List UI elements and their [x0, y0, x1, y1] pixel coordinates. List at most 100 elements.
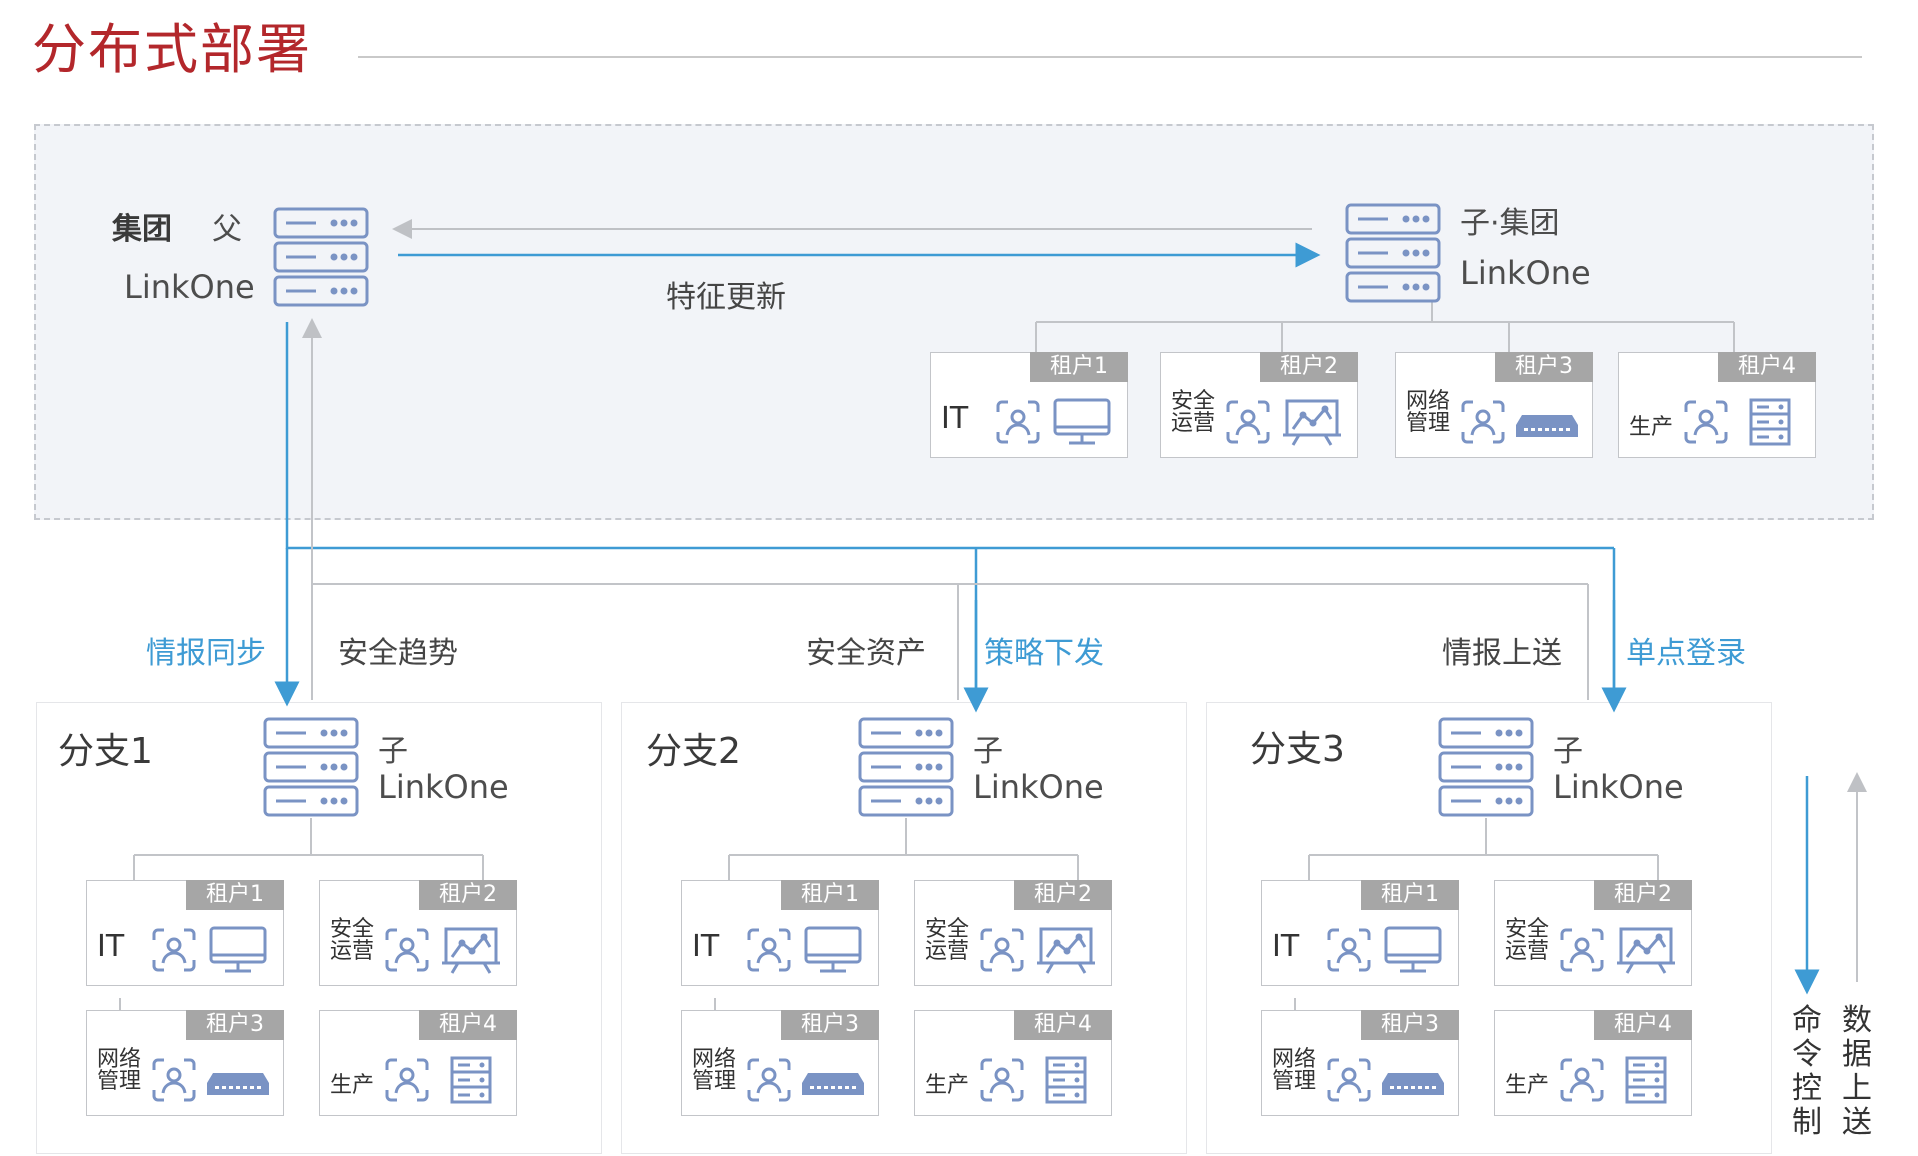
tenant-card-t3: 租户3 网络管理 — [1261, 1010, 1459, 1116]
flow-sso: 单点登录 — [1626, 636, 1746, 671]
tenant-card-t4: 租户4 生产 — [1494, 1010, 1692, 1116]
tenant-name: 安全运营 — [1505, 917, 1550, 964]
network-switch-icon — [1516, 415, 1578, 437]
branch-2-title: 分支2 — [646, 731, 741, 772]
presentation-board-icon — [1037, 927, 1095, 974]
legend-data-label: 数据上送 — [1842, 1003, 1872, 1140]
tenant-tag: 租户4 — [1014, 1010, 1112, 1040]
user-scan-icon — [980, 928, 1024, 972]
tenant-name: 网络管理 — [97, 1047, 142, 1094]
flow-intel-upload: 情报上送 — [1442, 636, 1562, 671]
tenant-card-t3: 租户3 网络管理 — [681, 1010, 879, 1116]
server-rack-icon — [1749, 398, 1791, 446]
group-product: LinkOne — [124, 268, 255, 306]
flow-feature-update: 特征更新 — [666, 280, 786, 315]
flow-security-trend: 安全趋势 — [338, 636, 458, 671]
tenant-tag: 租户1 — [1361, 880, 1459, 910]
user-scan-icon — [385, 928, 429, 972]
user-scan-icon — [1684, 400, 1728, 444]
network-switch-icon — [1382, 1073, 1444, 1095]
tenant-name: 生产 — [1505, 1073, 1550, 1098]
tenant-tag: 租户3 — [1495, 352, 1593, 382]
sub-group-product: LinkOne — [1460, 254, 1591, 292]
tenant-tag: 租户1 — [1030, 352, 1128, 382]
branch-2-role: 子 — [973, 734, 1003, 769]
server-rack-icon — [1045, 1056, 1087, 1104]
server-icon — [1438, 717, 1534, 817]
flow-security-assets: 安全资产 — [806, 636, 926, 671]
tenant-card-t1: 租户1 IT — [1261, 880, 1459, 986]
user-scan-icon — [385, 1058, 429, 1102]
user-scan-icon — [152, 1058, 196, 1102]
group-label: 集团 — [112, 212, 172, 247]
tenant-tag: 租户4 — [419, 1010, 517, 1040]
gray-data-bus — [311, 583, 1589, 700]
tenant-name: 网络管理 — [1406, 389, 1451, 436]
tenant-card-t4: 租户4 生产 — [914, 1010, 1112, 1116]
server-rack-icon — [450, 1056, 492, 1104]
presentation-board-icon — [442, 927, 500, 974]
flow-intel-sync: 情报同步 — [146, 636, 266, 671]
tenant-card-t2: 租户2 安全运营 — [1160, 352, 1358, 458]
tenant-name: 生产 — [925, 1073, 970, 1098]
user-scan-icon — [1226, 400, 1270, 444]
tenant-tag: 租户3 — [186, 1010, 284, 1040]
tenant-card-t2: 租户2 安全运营 — [914, 880, 1112, 986]
tenant-card-t1: 租户1 IT — [930, 352, 1128, 458]
tenant-name: 生产 — [330, 1073, 375, 1098]
group-role: 父 — [212, 212, 242, 247]
presentation-board-icon — [1617, 927, 1675, 974]
tenant-tag: 租户1 — [781, 880, 879, 910]
user-scan-icon — [152, 928, 196, 972]
tenant-tag: 租户2 — [419, 880, 517, 910]
tenant-name: 安全运营 — [1171, 389, 1216, 436]
tenant-card-t1: 租户1 IT — [86, 880, 284, 986]
tenant-name: IT — [97, 929, 125, 964]
user-scan-icon — [747, 928, 791, 972]
monitor-icon — [804, 926, 862, 973]
user-scan-icon — [1327, 1058, 1371, 1102]
tenant-name: IT — [941, 401, 969, 436]
tenant-name: IT — [1272, 929, 1300, 964]
sub-group-tree — [1035, 300, 1735, 357]
tenant-card-t2: 租户2 安全运营 — [319, 880, 517, 986]
tenant-tag: 租户3 — [781, 1010, 879, 1040]
tenant-name: 网络管理 — [1272, 1047, 1317, 1094]
tenant-tag: 租户4 — [1594, 1010, 1692, 1040]
monitor-icon — [1384, 926, 1442, 973]
server-icon — [273, 207, 369, 307]
server-icon — [1345, 203, 1441, 303]
sub-group-role: 子·集团 — [1460, 206, 1560, 241]
tenant-name: 安全运营 — [925, 917, 970, 964]
server-icon — [858, 717, 954, 817]
tenant-name: IT — [692, 929, 720, 964]
tenant-tag: 租户2 — [1594, 880, 1692, 910]
branch-1-product: LinkOne — [378, 768, 509, 806]
server-icon — [263, 717, 359, 817]
tenant-tag: 租户1 — [186, 880, 284, 910]
user-scan-icon — [996, 400, 1040, 444]
tenant-card-t3: 租户3 网络管理 — [1395, 352, 1593, 458]
tenant-name: 生产 — [1629, 415, 1674, 440]
tenant-card-t3: 租户3 网络管理 — [86, 1010, 284, 1116]
server-rack-icon — [1625, 1056, 1667, 1104]
tenant-card-t1: 租户1 IT — [681, 880, 879, 986]
tenant-tag: 租户2 — [1260, 352, 1358, 382]
branch-3-product: LinkOne — [1553, 768, 1684, 806]
network-switch-icon — [207, 1073, 269, 1095]
user-scan-icon — [1461, 400, 1505, 444]
user-scan-icon — [980, 1058, 1024, 1102]
branch-2-product: LinkOne — [973, 768, 1104, 806]
user-scan-icon — [1560, 1058, 1604, 1102]
tenant-card-t2: 租户2 安全运营 — [1494, 880, 1692, 986]
tenant-tag: 租户4 — [1718, 352, 1816, 382]
tenant-card-t4: 租户4 生产 — [319, 1010, 517, 1116]
branch-1-title: 分支1 — [58, 731, 153, 772]
monitor-icon — [1053, 398, 1111, 445]
user-scan-icon — [1560, 928, 1604, 972]
tenant-card-t4: 租户4 生产 — [1618, 352, 1816, 458]
flow-policy-push: 策略下发 — [984, 636, 1104, 671]
tenant-name: 网络管理 — [692, 1047, 737, 1094]
network-switch-icon — [802, 1073, 864, 1095]
user-scan-icon — [747, 1058, 791, 1102]
